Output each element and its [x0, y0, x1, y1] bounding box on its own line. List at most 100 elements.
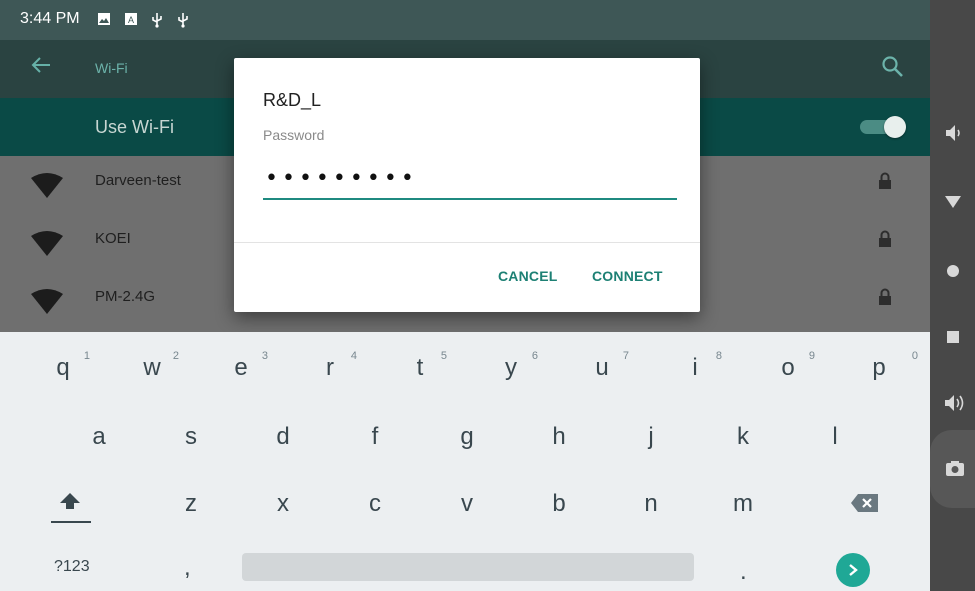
search-icon[interactable]: [880, 54, 908, 82]
key-label: c: [369, 490, 381, 517]
key-n[interactable]: n: [606, 476, 696, 531]
key-hint: 3: [261, 350, 268, 362]
usb-icon: [176, 12, 190, 28]
wifi-password-dialog: R&D_L Password CANCEL CONNECT: [234, 58, 700, 312]
key-label: b: [552, 490, 566, 517]
key-x[interactable]: x: [238, 476, 328, 531]
key-hint: 1: [83, 350, 90, 362]
page-title: Wi-Fi: [95, 60, 128, 76]
key-t[interactable]: t5: [375, 340, 465, 395]
back-button[interactable]: [930, 176, 975, 226]
shift-key[interactable]: [46, 487, 96, 527]
key-g[interactable]: g: [422, 409, 512, 464]
key-label: v: [461, 490, 473, 517]
key-y[interactable]: y6: [466, 340, 556, 395]
key-i[interactable]: i8: [650, 340, 740, 395]
lock-icon: [878, 288, 892, 306]
use-wifi-label: Use Wi-Fi: [95, 117, 174, 137]
lock-icon: [878, 172, 892, 190]
key-label: q: [56, 354, 70, 381]
key-hint: 5: [440, 350, 447, 362]
volume-up-button[interactable]: [930, 378, 975, 428]
key-q[interactable]: q1: [18, 340, 108, 395]
key-label: u: [595, 354, 609, 381]
back-arrow-icon[interactable]: [30, 54, 52, 83]
key-z[interactable]: z: [146, 476, 236, 531]
key-r[interactable]: r4: [285, 340, 375, 395]
key-hint: 6: [531, 350, 538, 362]
key-e[interactable]: e3: [196, 340, 286, 395]
shift-icon: [46, 493, 96, 531]
key-hint: 2: [172, 350, 179, 362]
key-label: i: [692, 354, 698, 381]
key-label: n: [644, 490, 658, 517]
key-u[interactable]: u7: [557, 340, 647, 395]
key-a[interactable]: a: [54, 409, 144, 464]
key-label: a: [92, 423, 106, 450]
wifi-signal-icon: [30, 230, 64, 258]
key-p[interactable]: p0: [834, 340, 924, 395]
key-h[interactable]: h: [514, 409, 604, 464]
wifi-network-name: PM-2.4G: [95, 288, 156, 305]
dialog-title: R&D_L: [263, 90, 322, 110]
key-o[interactable]: o9: [743, 340, 833, 395]
key-label: l: [832, 423, 838, 450]
comma-key[interactable]: ,: [184, 554, 191, 582]
key-k[interactable]: k: [698, 409, 788, 464]
key-b[interactable]: b: [514, 476, 604, 531]
key-label: t: [416, 354, 424, 381]
key-label: r: [326, 354, 334, 381]
key-m[interactable]: m: [698, 476, 788, 531]
wifi-signal-icon: [30, 288, 64, 316]
toggle-thumb: [884, 116, 906, 138]
image-icon: [97, 12, 111, 26]
dialog-divider: [234, 242, 700, 243]
cancel-button[interactable]: CANCEL: [498, 268, 558, 284]
key-v[interactable]: v: [422, 476, 512, 531]
recents-button[interactable]: [930, 312, 975, 362]
key-hint: 8: [715, 350, 722, 362]
device-screen: 3:44 PM A Wi-Fi Use Wi-Fi Darveen-test K…: [0, 0, 930, 591]
key-label: d: [276, 423, 290, 450]
key-s[interactable]: s: [146, 409, 236, 464]
wifi-toggle[interactable]: [860, 116, 908, 138]
key-label: e: [234, 354, 248, 381]
volume-down-button[interactable]: [930, 108, 975, 158]
backspace-key[interactable]: [850, 492, 880, 516]
key-hint: 9: [808, 350, 815, 362]
key-label: o: [781, 354, 795, 381]
key-j[interactable]: j: [606, 409, 696, 464]
key-label: p: [872, 354, 886, 381]
key-d[interactable]: d: [238, 409, 328, 464]
wifi-signal-icon: [30, 172, 64, 200]
key-label: y: [505, 354, 517, 381]
connect-button[interactable]: CONNECT: [592, 268, 663, 284]
key-w[interactable]: w2: [107, 340, 197, 395]
key-hint: 7: [622, 350, 629, 362]
status-time: 3:44 PM: [20, 10, 80, 27]
home-button[interactable]: [930, 246, 975, 296]
key-label: w: [143, 354, 161, 381]
symbols-key[interactable]: ?123: [54, 558, 90, 576]
go-arrow-icon: [846, 560, 860, 580]
key-label: k: [737, 423, 749, 450]
period-key[interactable]: .: [740, 558, 747, 586]
key-label: x: [277, 490, 289, 517]
key-f[interactable]: f: [330, 409, 420, 464]
key-label: h: [552, 423, 566, 450]
back-triangle-icon: [930, 196, 975, 230]
key-l[interactable]: l: [790, 409, 880, 464]
spacebar[interactable]: [242, 553, 694, 581]
key-c[interactable]: c: [330, 476, 420, 531]
password-label: Password: [263, 127, 325, 143]
key-hint: 0: [911, 350, 918, 362]
go-key[interactable]: [836, 553, 870, 587]
password-input[interactable]: [263, 158, 677, 200]
home-circle-icon: [930, 265, 975, 300]
a-box-icon: A: [124, 12, 138, 26]
camera-button[interactable]: [930, 430, 975, 508]
svg-text:A: A: [128, 15, 134, 25]
key-label: f: [371, 423, 379, 450]
status-bar: 3:44 PM A: [0, 0, 930, 40]
wifi-network-name: KOEI: [95, 230, 131, 247]
